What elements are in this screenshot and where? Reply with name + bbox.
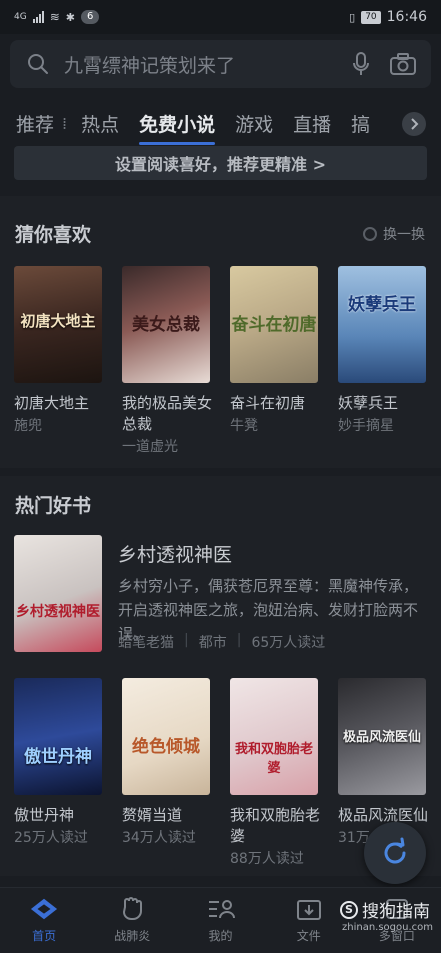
search-icon bbox=[24, 50, 52, 78]
book-author: 施兜 bbox=[14, 418, 42, 434]
camera-icon[interactable] bbox=[389, 50, 417, 78]
refresh-icon bbox=[363, 227, 377, 241]
book-title: 初唐大地主 bbox=[14, 394, 90, 412]
featured-book-category: 都市 bbox=[198, 635, 227, 651]
fist-icon bbox=[118, 897, 146, 921]
book-title: 我和双胞胎老婆 bbox=[230, 806, 321, 845]
user-icon bbox=[207, 897, 235, 921]
section-title-guess: 猜你喜欢 bbox=[15, 224, 92, 246]
book-cover: 初唐大地主 bbox=[14, 266, 102, 383]
book-cover: 极品风流医仙 bbox=[338, 678, 426, 795]
book-author: 一道虚光 bbox=[122, 439, 178, 455]
meta-divider: | bbox=[236, 632, 242, 648]
book-readers: 88万人读过 bbox=[230, 851, 304, 867]
download-icon bbox=[295, 897, 323, 921]
tab-free-novel[interactable]: 免费小说 bbox=[139, 110, 216, 145]
battery-icon: 70 bbox=[361, 10, 381, 24]
status-bar: 4G ≋ ✱ 6 ▯ 70 16:46 bbox=[0, 0, 441, 34]
network-label: 4G bbox=[14, 12, 27, 22]
section-title-hot: 热门好书 bbox=[15, 495, 92, 517]
nav-home[interactable]: 首页 bbox=[0, 888, 88, 953]
sogou-logo-icon: S bbox=[340, 900, 358, 919]
book-card[interactable]: 极品风流医仙 极品风流医仙 31万 bbox=[338, 678, 428, 848]
featured-book-title[interactable]: 乡村透视神医 bbox=[118, 540, 232, 567]
nav-mine-label: 我的 bbox=[208, 929, 233, 943]
book-cover: 傲世丹神 bbox=[14, 678, 102, 795]
book-cover: 美女总裁 bbox=[122, 266, 210, 383]
book-card[interactable]: 傲世丹神 傲世丹神 25万人读过 bbox=[14, 678, 104, 848]
meta-divider: | bbox=[184, 632, 189, 648]
nav-mine[interactable]: 我的 bbox=[176, 888, 264, 953]
search-placeholder[interactable]: 九霄缥神记策划来了 bbox=[64, 51, 347, 78]
refresh-icon bbox=[384, 837, 406, 864]
book-card[interactable]: 美女总裁 我的极品美女总裁 一道虚光 bbox=[122, 266, 212, 457]
book-cover: 奋斗在初唐 bbox=[230, 266, 318, 383]
tab-games[interactable]: 游戏 bbox=[235, 110, 273, 137]
bluetooth-icon: ✱ bbox=[65, 10, 75, 24]
tab-overflow[interactable]: 搞 bbox=[351, 110, 370, 137]
sogou-watermark: S 搜狗指南 zhinan.sogou.com bbox=[340, 897, 433, 933]
book-title: 傲世丹神 bbox=[14, 806, 75, 824]
book-cover: 妖孽兵王 bbox=[338, 266, 426, 383]
book-card[interactable]: 奋斗在初唐 奋斗在初唐 牛凳 bbox=[230, 266, 320, 436]
book-cover: 绝色倾城 bbox=[122, 678, 210, 795]
featured-book-meta: 蜡笔老猫 | 都市 | 65万人读过 bbox=[118, 632, 325, 652]
search-bar[interactable]: 九霄缥神记策划来了 bbox=[10, 40, 431, 88]
home-icon bbox=[30, 897, 58, 921]
book-title: 我的极品美女总裁 bbox=[122, 394, 213, 433]
featured-book-readers: 65万人读过 bbox=[251, 635, 326, 651]
book-author: 妙手摘星 bbox=[338, 418, 394, 434]
book-author: 牛凳 bbox=[230, 418, 258, 434]
tab-separator-icon: ⁞ bbox=[62, 113, 68, 133]
nav-files-label: 文件 bbox=[296, 929, 321, 943]
vibrate-icon: ▯ bbox=[349, 10, 356, 24]
notification-count-badge: 6 bbox=[80, 10, 100, 24]
book-card[interactable]: 妖孽兵王 妖孽兵王 妙手摘星 bbox=[338, 266, 428, 436]
refresh-fab[interactable] bbox=[364, 822, 426, 884]
chevron-right-icon[interactable] bbox=[402, 112, 426, 136]
tab-recommend[interactable]: 推荐 bbox=[16, 110, 54, 137]
refresh-button[interactable]: 换一换 bbox=[363, 224, 425, 244]
refresh-label: 换一换 bbox=[383, 227, 425, 243]
book-card[interactable]: 我和双胞胎老婆 我和双胞胎老婆 88万人读过 bbox=[230, 678, 320, 869]
reading-preference-banner[interactable]: 设置阅读喜好，推荐更精准 > bbox=[14, 146, 427, 180]
signal-icon bbox=[32, 11, 44, 23]
microphone-icon[interactable] bbox=[347, 50, 375, 78]
book-readers: 34万人读过 bbox=[122, 830, 196, 846]
book-title: 赘婿当道 bbox=[122, 806, 183, 824]
nav-fight-pneumonia[interactable]: 战肺炎 bbox=[88, 888, 176, 953]
channel-tabs: 推荐 ⁞ 热点 免费小说 游戏 直播 搞 bbox=[0, 100, 441, 146]
book-readers: 25万人读过 bbox=[14, 830, 88, 846]
tab-hot[interactable]: 热点 bbox=[81, 110, 119, 137]
book-card[interactable]: 绝色倾城 赘婿当道 34万人读过 bbox=[122, 678, 212, 848]
tab-live[interactable]: 直播 bbox=[293, 110, 331, 137]
book-title: 极品风流医仙 bbox=[338, 806, 429, 824]
featured-book-cover[interactable]: 乡村透视神医 bbox=[14, 535, 102, 652]
wifi-icon: ≋ bbox=[49, 10, 60, 24]
nav-home-label: 首页 bbox=[32, 929, 57, 943]
clock: 16:46 bbox=[386, 9, 427, 25]
book-cover: 我和双胞胎老婆 bbox=[230, 678, 318, 795]
book-title: 妖孽兵王 bbox=[338, 394, 399, 412]
watermark-text: 搜狗指南 bbox=[362, 902, 430, 922]
nav-fight-pneumonia-label: 战肺炎 bbox=[114, 929, 151, 943]
watermark-url: zhinan.sogou.com bbox=[342, 922, 434, 933]
book-title: 奋斗在初唐 bbox=[230, 394, 306, 412]
book-card[interactable]: 初唐大地主 初唐大地主 施兜 bbox=[14, 266, 104, 436]
featured-book-author: 蜡笔老猫 bbox=[118, 635, 174, 651]
